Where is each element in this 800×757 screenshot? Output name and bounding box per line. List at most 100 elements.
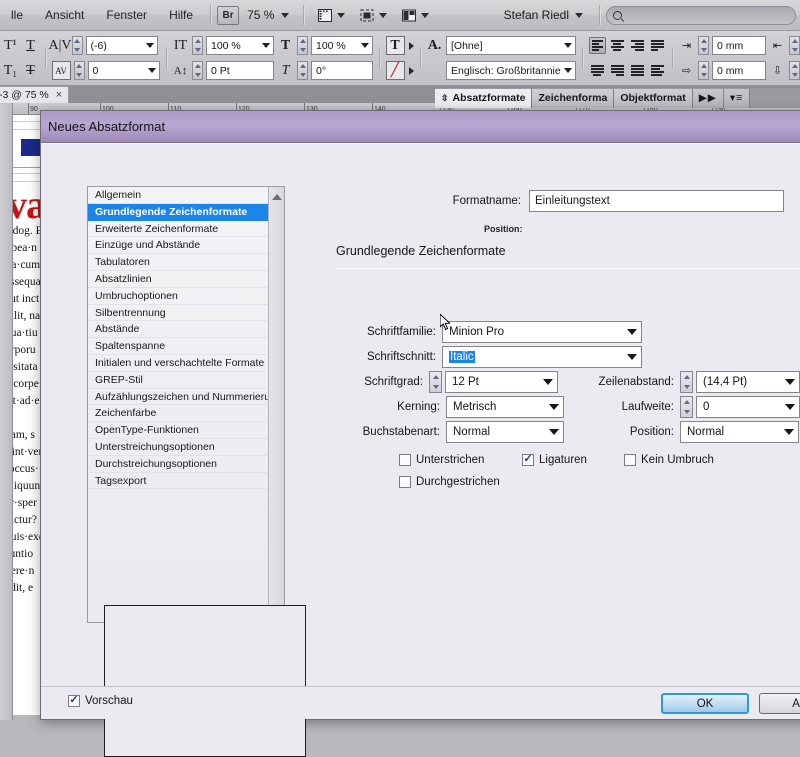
menu-item-hilfe[interactable]: Hilfe	[158, 8, 204, 22]
tab-zeichenformate[interactable]: Zeichenforma	[532, 88, 615, 108]
checkbox-box[interactable]	[624, 454, 636, 466]
skew-stepper[interactable]	[297, 61, 308, 80]
tracking-stepper[interactable]	[680, 396, 693, 418]
chevron-right-icon[interactable]	[408, 66, 414, 75]
left-indent-field[interactable]: 0 mm	[712, 36, 766, 55]
category-item-erweiterte-zeichenformate[interactable]: Erweiterte Zeichenformate	[88, 221, 268, 238]
first-line-indent-stepper[interactable]	[698, 61, 709, 80]
vertical-scale-field[interactable]: 100 %	[206, 36, 274, 55]
align-toward-spine-icon[interactable]	[649, 62, 666, 79]
category-item-tagsexport[interactable]: Tagsexport	[88, 473, 268, 490]
checkbox-durchgestrichen[interactable]: Durchgestrichen	[399, 476, 500, 488]
category-item-opentype-funktionen[interactable]: OpenType-Funktionen	[88, 422, 268, 439]
font-family-combo[interactable]: Minion Pro	[442, 321, 642, 343]
category-item-einzuege-und-abstaende[interactable]: Einzüge und Abstände	[88, 237, 268, 255]
checkbox-box[interactable]	[399, 476, 411, 488]
category-item-umbruchoptionen[interactable]: Umbruchoptionen	[88, 288, 268, 305]
category-item-silbentrennung[interactable]: Silbentrennung	[88, 305, 268, 322]
space-before-stepper[interactable]	[789, 61, 800, 80]
bridge-button[interactable]: Br	[217, 5, 240, 25]
category-item-grep-stil[interactable]: GREP-Stil	[88, 372, 268, 389]
screen-mode-button[interactable]	[352, 8, 394, 23]
position-combo[interactable]: Normal	[680, 421, 799, 443]
tab-objektformate[interactable]: Objektformat	[614, 88, 693, 108]
chevron-down-icon[interactable]	[575, 12, 583, 18]
checkbox-ligaturen[interactable]: Ligaturen	[522, 454, 587, 466]
align-right-icon[interactable]	[629, 37, 646, 54]
superscript-icon[interactable]: T¹	[2, 36, 19, 55]
kerning-stepper[interactable]	[71, 36, 83, 55]
text-fill-icon[interactable]: T	[385, 36, 405, 55]
justify-last-left-icon[interactable]	[649, 37, 666, 54]
character-style-field[interactable]: [Ohne]	[446, 36, 576, 55]
justify-last-right-icon[interactable]	[609, 62, 626, 79]
align-center-icon[interactable]	[609, 37, 626, 54]
right-indent-stepper[interactable]	[789, 36, 800, 55]
category-item-zeichenfarbe[interactable]: Zeichenfarbe	[88, 405, 268, 423]
category-item-unterstreichungsoptionen[interactable]: Unterstreichungsoptionen	[88, 439, 268, 456]
scroll-up-icon[interactable]	[269, 189, 285, 204]
view-mode-button[interactable]	[310, 8, 352, 23]
leading-stepper[interactable]	[680, 371, 693, 393]
search-input[interactable]	[606, 5, 796, 25]
chevron-right-icon[interactable]	[408, 41, 414, 50]
category-item-spaltenspanne[interactable]: Spaltenspanne	[88, 338, 268, 355]
left-indent-stepper[interactable]	[698, 36, 709, 55]
menu-item-fenster[interactable]: Fenster	[95, 8, 158, 22]
menu-item-ansicht[interactable]: Ansicht	[34, 8, 95, 22]
preview-checkbox[interactable]: Vorschau	[68, 695, 133, 707]
case-combo[interactable]: Normal	[446, 421, 564, 443]
leading-combo[interactable]: (14,4 Pt)	[696, 371, 800, 393]
cancel-button[interactable]: Abb	[759, 693, 800, 714]
checkbox-box[interactable]	[68, 695, 80, 707]
subscript-icon[interactable]: T₁	[2, 61, 19, 80]
ok-button[interactable]: OK	[661, 693, 749, 714]
underline-icon[interactable]: T	[22, 36, 39, 55]
panel-menu-button[interactable]: ▾≡	[723, 88, 751, 108]
user-account-label[interactable]: Stefan Riedl	[504, 8, 575, 22]
horizontal-scale-stepper[interactable]	[297, 36, 308, 55]
menu-item-datei[interactable]: lle	[0, 8, 34, 22]
document-tab[interactable]: -3 @ 75 % ×	[0, 86, 70, 103]
font-size-stepper[interactable]	[429, 371, 442, 393]
font-size-combo[interactable]: 12 Pt	[445, 371, 558, 393]
kerning-combo[interactable]: Metrisch	[446, 396, 564, 418]
category-item-allgemein[interactable]: Allgemein	[88, 187, 268, 204]
tracking-stepper[interactable]	[73, 61, 85, 80]
checkbox-unterstrichen[interactable]: Unterstrichen	[399, 454, 484, 466]
checkbox-box[interactable]	[522, 454, 534, 466]
close-icon[interactable]: ×	[56, 89, 62, 101]
justify-last-center-icon[interactable]	[589, 62, 606, 79]
tracking-field[interactable]: 0	[87, 61, 160, 80]
checkbox-kein-umbruch[interactable]: Kein Umbruch	[624, 454, 714, 466]
kerning-field[interactable]: (-6)	[85, 36, 158, 55]
horizontal-scale-field[interactable]: 100 %	[311, 36, 373, 55]
baseline-shift-field[interactable]: 0 Pt	[206, 61, 274, 80]
baseline-shift-stepper[interactable]	[192, 61, 203, 80]
category-item-initialen[interactable]: Initialen und verschachtelte Formate	[88, 355, 268, 372]
strikethrough-icon[interactable]: T	[22, 61, 39, 80]
font-style-combo[interactable]: Italic	[442, 346, 642, 368]
tab-absatzformate[interactable]: ⇳ Absatzformate	[435, 88, 533, 108]
category-item-grundlegende-zeichenformate[interactable]: Grundlegende Zeichenformate	[88, 203, 268, 221]
workspace-button[interactable]	[394, 8, 436, 23]
category-item-durchstreichungsoptionen[interactable]: Durchstreichungsoptionen	[88, 456, 268, 473]
category-item-aufzaehlungszeichen[interactable]: Aufzählungszeichen und Nummerierung	[88, 389, 268, 406]
justify-all-icon[interactable]	[629, 62, 646, 79]
vertical-scale-stepper[interactable]	[192, 36, 203, 55]
zoom-level-combo[interactable]: 75 %	[239, 8, 297, 22]
format-name-input[interactable]: Einleitungstext	[529, 190, 784, 212]
tracking-combo[interactable]: 0	[696, 396, 800, 418]
category-list-scrollbar[interactable]	[268, 187, 284, 622]
category-item-absatzlinien[interactable]: Absatzlinien	[88, 271, 268, 288]
language-field[interactable]: Englisch: Großbritannien	[446, 61, 576, 80]
category-item-tabulatoren[interactable]: Tabulatoren	[88, 254, 268, 271]
align-left-icon[interactable]	[588, 37, 606, 54]
first-line-indent-field[interactable]: 0 mm	[712, 61, 766, 80]
dialog-title-bar[interactable]: Neues Absatzformat	[41, 111, 800, 143]
category-item-abstaende[interactable]: Abstände	[88, 321, 268, 339]
panel-overflow-button[interactable]: ▶▶	[692, 88, 724, 108]
category-list[interactable]: Allgemein Grundlegende Zeichenformate Er…	[88, 187, 268, 622]
checkbox-box[interactable]	[399, 454, 411, 466]
none-swatch-icon[interactable]: ╱	[385, 61, 405, 80]
